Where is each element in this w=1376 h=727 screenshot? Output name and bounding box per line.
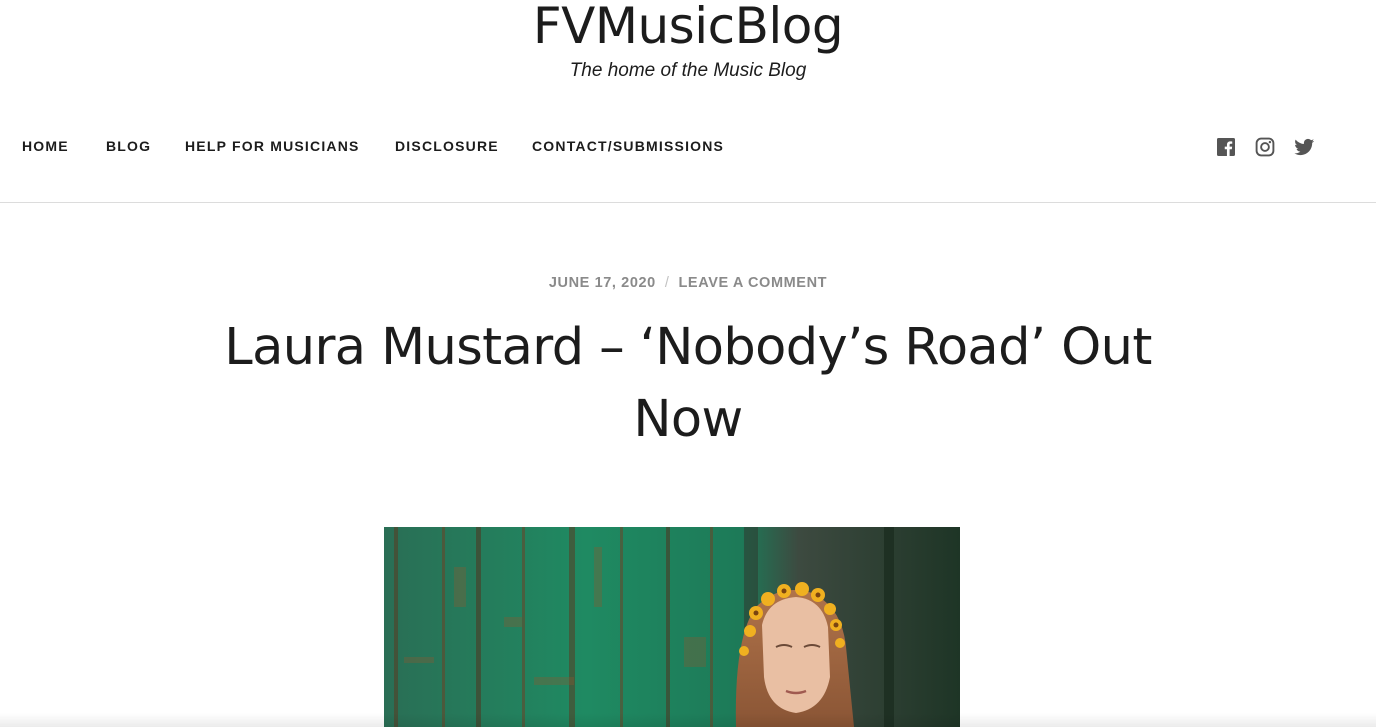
nav-item-blog[interactable]: BLOG xyxy=(106,138,151,154)
nav-item-contact-submissions[interactable]: CONTACT/SUBMISSIONS xyxy=(532,138,724,154)
leave-comment-link[interactable]: LEAVE A COMMENT xyxy=(678,275,827,291)
post-date-link[interactable]: JUNE 17, 2020 xyxy=(549,275,656,291)
twitter-icon[interactable] xyxy=(1294,137,1315,157)
facebook-icon[interactable] xyxy=(1216,137,1236,157)
site-title[interactable]: FVMusicBlog xyxy=(0,0,1376,58)
post-meta: JUNE 17, 2020 / LEAVE A COMMENT xyxy=(0,275,1376,291)
post-title: Laura Mustard – ‘Nobody’s Road’ Out Now xyxy=(224,318,1152,449)
nav-item-home[interactable]: HOME xyxy=(22,138,69,154)
nav-item-disclosure[interactable]: DISCLOSURE xyxy=(395,138,499,154)
scroll-shadow xyxy=(0,713,1376,727)
nav-item-help-for-musicians[interactable]: HELP FOR MUSICIANS xyxy=(185,138,360,154)
post-featured-image xyxy=(384,527,960,727)
header-divider xyxy=(0,202,1376,203)
photo-artwork xyxy=(384,527,960,727)
site-tagline: The home of the Music Blog xyxy=(569,60,807,81)
instagram-icon[interactable] xyxy=(1255,137,1275,157)
meta-separator: / xyxy=(664,275,670,291)
